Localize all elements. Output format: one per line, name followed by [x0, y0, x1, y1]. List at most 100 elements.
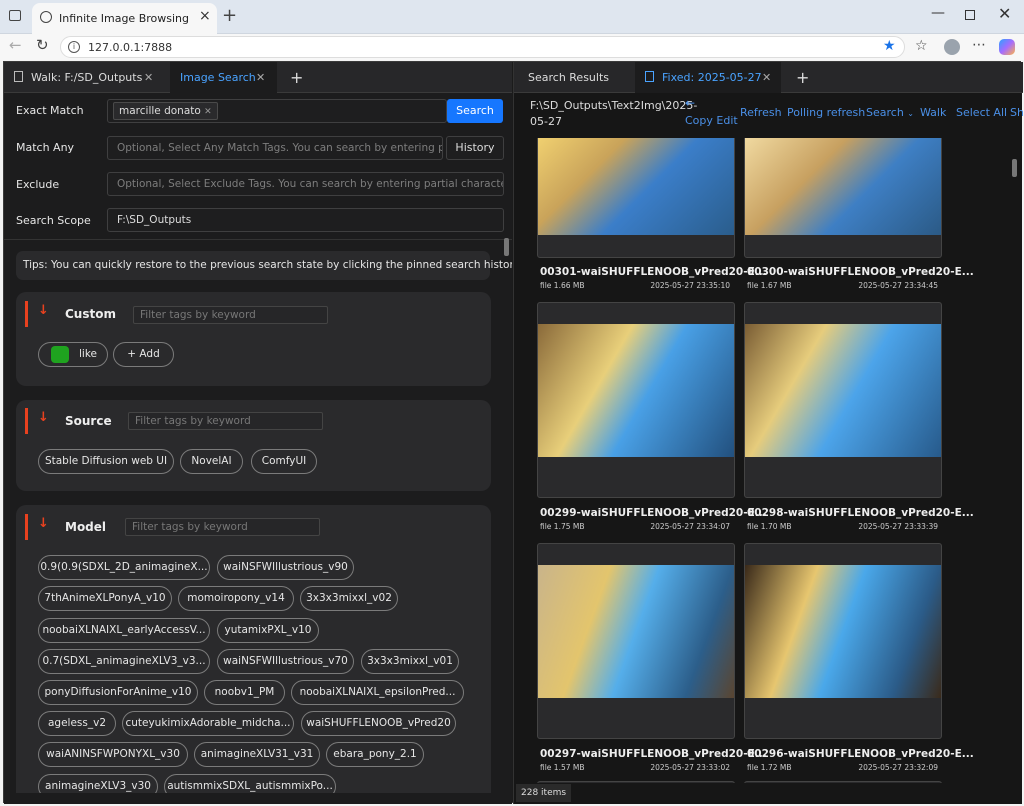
- address-bar[interactable]: i 127.0.0.1:7888 ★: [60, 36, 905, 58]
- tag-model[interactable]: 3x3x3mixxl_v01: [361, 649, 459, 674]
- tag-model[interactable]: 3x3x3mixxl_v02: [300, 586, 398, 611]
- add-tag-button[interactable]: + Add: [113, 342, 174, 367]
- tab-image-search[interactable]: Image Search ✕: [170, 62, 277, 93]
- image-thumbnail[interactable]: [745, 565, 941, 698]
- tips-box: Tips: You can quickly restore to the pre…: [16, 251, 512, 280]
- image-thumbnail[interactable]: [538, 324, 734, 457]
- tag-model[interactable]: cuteyukimixAdorable_midcha...: [122, 711, 294, 736]
- tag-model[interactable]: 0.7(SDXL_animagineXLV3_v3...: [38, 649, 210, 674]
- tag-model[interactable]: waiNSFWIllustrious_v70: [217, 649, 354, 674]
- tag-model[interactable]: momoiropony_v14: [178, 586, 294, 611]
- tag-model[interactable]: animagineXLV3_v30: [38, 774, 158, 793]
- tag-model[interactable]: autismmixSDXL_autismmixPo...: [164, 774, 336, 793]
- more-menu-icon[interactable]: ⋯: [972, 37, 986, 53]
- close-tab-icon[interactable]: ✕: [256, 62, 265, 93]
- tab-fixed-date-label: Fixed: 2025-05-27: [662, 71, 762, 84]
- close-window-icon[interactable]: ✕: [998, 4, 1011, 23]
- back-icon[interactable]: ←: [9, 36, 22, 54]
- history-button[interactable]: History: [446, 136, 504, 160]
- tab-search-results[interactable]: Search Results: [514, 62, 633, 93]
- tag-model[interactable]: ageless_v2: [38, 711, 116, 736]
- tag-like[interactable]: like: [38, 342, 108, 367]
- image-card[interactable]: [744, 302, 942, 498]
- add-tab-icon[interactable]: +: [290, 68, 303, 87]
- tips-text: Tips: You can quickly restore to the pre…: [23, 259, 512, 271]
- tag-model[interactable]: ponyDiffusionForAnime_v10: [38, 680, 198, 705]
- tag-model[interactable]: ebara_pony_2.1: [326, 742, 424, 767]
- image-card[interactable]: [537, 543, 735, 739]
- tab-fixed-date[interactable]: Fixed: 2025-05-27 ✕: [635, 62, 781, 93]
- favorite-star-icon[interactable]: ★: [883, 38, 896, 54]
- sidebar-toggle-icon[interactable]: [9, 10, 21, 21]
- exact-match-tag[interactable]: marcille donato ✕: [113, 102, 218, 120]
- tag-model[interactable]: 7thAnimeXLPonyA_v10: [38, 586, 172, 611]
- close-tab-icon[interactable]: ✕: [762, 62, 771, 93]
- exact-match-input[interactable]: marcille donato ✕: [107, 99, 447, 123]
- share-button[interactable]: Sha: [1010, 106, 1023, 119]
- refresh-button[interactable]: Refresh: [740, 106, 782, 119]
- document-icon: [14, 71, 23, 82]
- browser-tab-strip: Infinite Image Browsing × + — ✕: [0, 0, 1024, 34]
- image-card[interactable]: [537, 781, 735, 783]
- minimize-icon[interactable]: —: [931, 5, 945, 21]
- browser-tab[interactable]: Infinite Image Browsing ×: [32, 3, 217, 34]
- copy-edit-arrow-icon[interactable]: ←: [685, 96, 695, 110]
- left-scrollbar-thumb[interactable]: [504, 238, 509, 256]
- model-filter-input[interactable]: Filter tags by keyword: [125, 518, 320, 536]
- tag-comfyui[interactable]: ComfyUI: [251, 449, 317, 474]
- close-tab-icon[interactable]: ✕: [144, 62, 153, 93]
- new-tab-icon[interactable]: +: [222, 5, 237, 26]
- tag-model[interactable]: animagineXLV31_v31: [194, 742, 320, 767]
- site-info-icon[interactable]: i: [68, 41, 80, 53]
- exclude-input[interactable]: Optional, Select Exclude Tags. You can s…: [107, 172, 504, 196]
- tag-model[interactable]: noobv1_PM: [204, 680, 285, 705]
- file-name: 00301-waiSHUFFLENOOB_vPred20-E...: [540, 266, 767, 278]
- image-thumbnail[interactable]: [745, 138, 941, 235]
- image-thumbnail[interactable]: [538, 138, 734, 235]
- image-thumbnail[interactable]: [538, 565, 734, 698]
- reload-icon[interactable]: ↻: [36, 36, 49, 54]
- copilot-icon[interactable]: [999, 39, 1015, 55]
- image-card[interactable]: [537, 138, 735, 258]
- image-card[interactable]: [744, 138, 942, 258]
- tag-model[interactable]: noobaiXLNAIXL_epsilonPred...: [291, 680, 464, 705]
- search-scope-input[interactable]: F:\SD_Outputs: [107, 208, 504, 232]
- profile-avatar[interactable]: [944, 39, 960, 55]
- favorites-icon[interactable]: ☆: [915, 38, 928, 54]
- search-button[interactable]: Search: [447, 99, 503, 123]
- file-time: 2025-05-27 23:34:07: [650, 522, 730, 531]
- tab-image-search-label: Image Search: [180, 71, 256, 84]
- match-any-input[interactable]: Optional, Select Any Match Tags. You can…: [107, 136, 443, 160]
- select-all-button[interactable]: Select All: [956, 106, 1007, 119]
- tag-model[interactable]: waiSHUFFLENOOB_vPred20: [301, 711, 456, 736]
- tag-model[interactable]: waiNSFWIllustrious_v90: [217, 555, 354, 580]
- copy-edit-button[interactable]: Copy Edit: [685, 114, 738, 127]
- tag-model[interactable]: noobaiXLNAIXL_earlyAccessV...: [38, 618, 210, 643]
- right-scrollbar-thumb[interactable]: [1012, 159, 1017, 177]
- close-tab-icon[interactable]: ×: [199, 8, 211, 24]
- source-filter-input[interactable]: Filter tags by keyword: [128, 412, 323, 430]
- tag-stable-diffusion[interactable]: Stable Diffusion web UI: [38, 449, 174, 474]
- collapse-arrow-icon[interactable]: ↓: [38, 303, 49, 318]
- remove-tag-icon[interactable]: ✕: [204, 107, 212, 117]
- collapse-arrow-icon[interactable]: ↓: [38, 410, 49, 425]
- tab-walk[interactable]: Walk: F:/SD_Outputs ✕: [4, 62, 166, 93]
- image-card[interactable]: [744, 781, 942, 783]
- image-thumbnail[interactable]: [745, 324, 941, 457]
- tag-model[interactable]: 0.9(0.9(SDXL_2D_animagineX...: [38, 555, 210, 580]
- polling-refresh-button[interactable]: Polling refresh: [787, 106, 865, 119]
- tag-model[interactable]: yutamixPXL_v10: [217, 618, 319, 643]
- image-card[interactable]: [537, 302, 735, 498]
- maximize-icon[interactable]: [965, 10, 975, 20]
- collapse-arrow-icon[interactable]: ↓: [38, 516, 49, 531]
- custom-filter-input[interactable]: Filter tags by keyword: [133, 306, 328, 324]
- image-grid: 00301-waiSHUFFLENOOB_vPred20-E... file 1…: [514, 138, 1009, 783]
- search-dropdown-button[interactable]: Search ⌄: [866, 106, 914, 119]
- left-panel: Walk: F:/SD_Outputs ✕ Image Search ✕ + E…: [4, 62, 512, 804]
- image-card[interactable]: [744, 543, 942, 739]
- tag-novelai[interactable]: NovelAI: [180, 449, 243, 474]
- tag-model[interactable]: waiANINSFWPONYXL_v30: [38, 742, 188, 767]
- model-title: Model: [65, 520, 107, 534]
- walk-button[interactable]: Walk: [920, 106, 946, 119]
- add-tab-icon[interactable]: +: [796, 68, 809, 87]
